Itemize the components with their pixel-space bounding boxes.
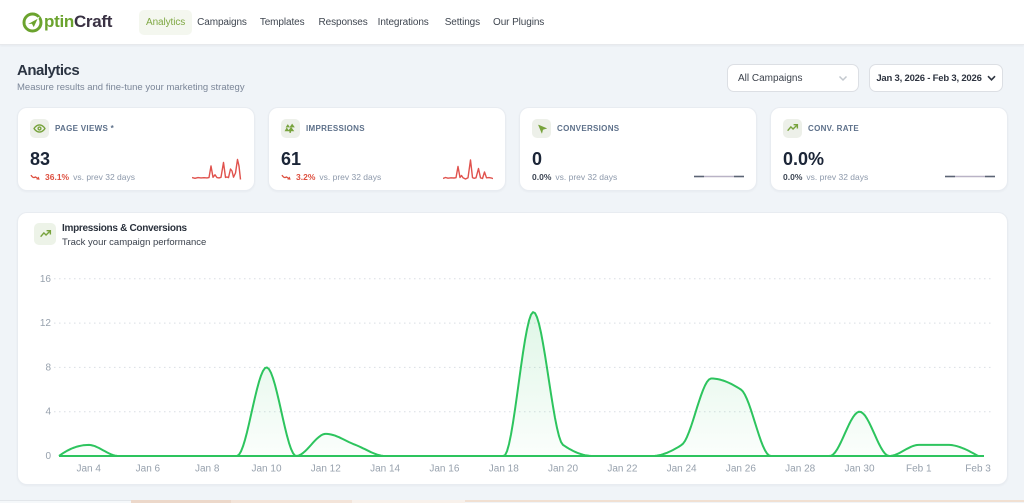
svg-text:Feb 3: Feb 3 xyxy=(965,464,991,475)
svg-text:Jan 20: Jan 20 xyxy=(548,464,578,475)
svg-text:Jan 8: Jan 8 xyxy=(195,464,220,475)
svg-text:Jan 16: Jan 16 xyxy=(429,464,459,475)
svg-text:Jan 12: Jan 12 xyxy=(311,464,341,475)
svg-text:Jan 28: Jan 28 xyxy=(785,464,815,475)
svg-text:Jan 22: Jan 22 xyxy=(607,464,637,475)
svg-text:Feb 1: Feb 1 xyxy=(906,464,932,475)
svg-text:12: 12 xyxy=(40,318,52,329)
svg-text:Jan 24: Jan 24 xyxy=(667,464,697,475)
svg-text:16: 16 xyxy=(40,274,52,285)
svg-text:Jan 26: Jan 26 xyxy=(726,464,756,475)
svg-text:Jan 10: Jan 10 xyxy=(251,464,281,475)
svg-text:Jan 14: Jan 14 xyxy=(370,464,400,475)
svg-text:8: 8 xyxy=(45,362,51,373)
svg-text:Jan 30: Jan 30 xyxy=(844,464,874,475)
svg-text:Jan 4: Jan 4 xyxy=(76,464,101,475)
svg-text:Jan 6: Jan 6 xyxy=(136,464,161,475)
svg-text:Jan 18: Jan 18 xyxy=(489,464,519,475)
svg-text:0: 0 xyxy=(45,451,51,462)
svg-text:4: 4 xyxy=(45,407,51,418)
